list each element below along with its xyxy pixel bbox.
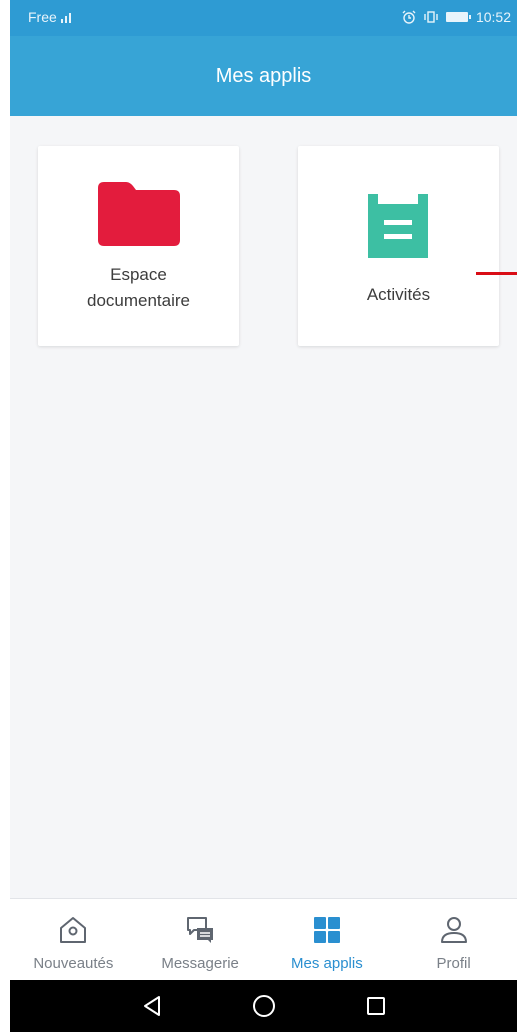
carrier-name: Free bbox=[28, 9, 57, 25]
status-time: 10:52 bbox=[475, 9, 511, 25]
folder-icon bbox=[98, 182, 180, 246]
app-card-label-line1: Espace bbox=[110, 265, 167, 284]
app-bar: Mes applis bbox=[10, 36, 517, 116]
nav-item-profil[interactable]: Profil bbox=[390, 899, 517, 980]
user-icon bbox=[439, 915, 469, 945]
page-title: Mes applis bbox=[215, 64, 312, 87]
back-icon[interactable] bbox=[137, 991, 167, 1021]
recents-icon[interactable] bbox=[361, 991, 391, 1021]
app-card-activites[interactable]: Activités bbox=[298, 146, 499, 346]
nav-item-nouveautes[interactable]: Nouveautés bbox=[10, 899, 137, 980]
status-bar: Free 10:52 bbox=[10, 0, 517, 36]
app-card-label: Activités bbox=[366, 285, 431, 304]
bottom-nav: Nouveautés Messagerie Mes applis Profil bbox=[10, 898, 517, 980]
apps-grid-icon bbox=[312, 915, 342, 945]
nav-label: Messagerie bbox=[161, 955, 239, 972]
chat-icon bbox=[185, 915, 215, 945]
nav-label: Mes applis bbox=[291, 955, 363, 972]
home-circle-icon[interactable] bbox=[249, 991, 279, 1021]
alarm-icon bbox=[402, 10, 416, 24]
nav-item-mes-applis[interactable]: Mes applis bbox=[264, 899, 391, 980]
signal-icon bbox=[60, 11, 75, 23]
app-card-espace-documentaire[interactable]: Espace documentaire bbox=[38, 146, 239, 346]
app-card-label-line2: documentaire bbox=[86, 291, 190, 310]
annotation-line bbox=[476, 272, 517, 275]
status-right: 10:52 bbox=[402, 9, 511, 25]
nav-item-messagerie[interactable]: Messagerie bbox=[137, 899, 264, 980]
nav-label: Profil bbox=[436, 955, 471, 972]
app-card-label: Espace documentaire bbox=[38, 262, 239, 314]
vibrate-icon bbox=[424, 11, 438, 23]
clipboard-icon bbox=[368, 194, 428, 258]
nav-label: Nouveautés bbox=[33, 955, 114, 972]
home-icon bbox=[58, 915, 88, 945]
phone-screen: Free 10:52 Mes applis Espace documentair… bbox=[10, 0, 517, 1032]
system-nav-bar bbox=[10, 980, 517, 1032]
status-left: Free bbox=[28, 9, 75, 25]
battery-icon bbox=[445, 12, 471, 22]
